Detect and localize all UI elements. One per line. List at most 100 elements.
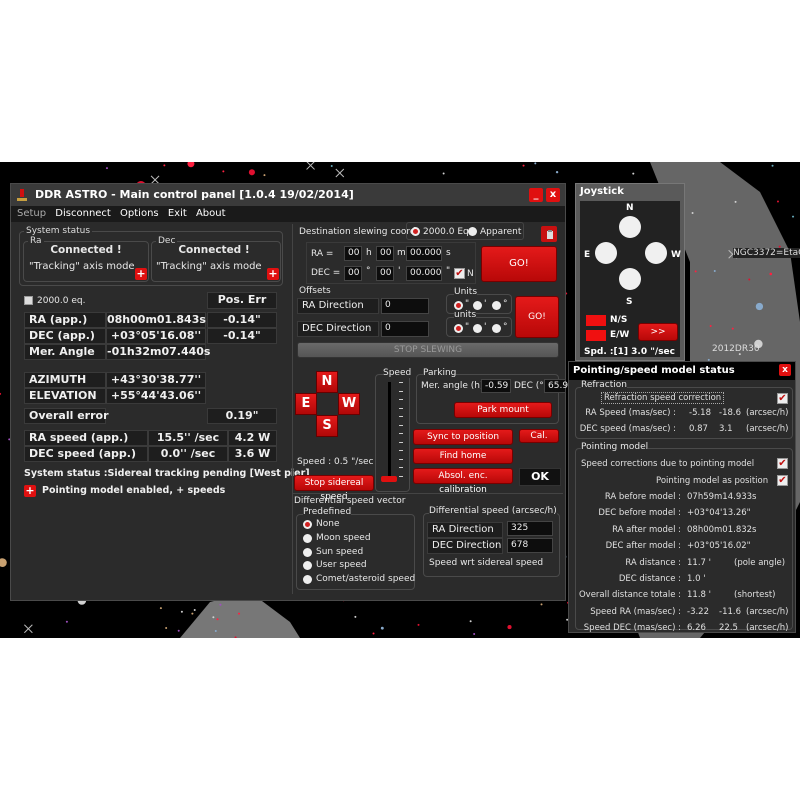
diff-radio-user[interactable]	[303, 561, 312, 570]
clipboard-button[interactable]	[541, 226, 557, 242]
deep-sky-marker	[306, 162, 315, 170]
as-position-checkbox[interactable]: ✔	[777, 475, 788, 486]
speed-slider-tick	[399, 382, 403, 383]
joystick-east-button[interactable]	[595, 242, 617, 264]
ok-button[interactable]: OK	[519, 468, 561, 486]
star	[165, 626, 168, 629]
menu-options[interactable]: Options	[120, 208, 159, 219]
refraction-dec-unit: (arcsec/h)	[746, 424, 789, 434]
star	[534, 162, 537, 165]
menu-setup[interactable]: Setup	[17, 208, 46, 219]
dec-minutes-input[interactable]: 00	[376, 266, 394, 281]
sky-label: 2012DR30	[712, 344, 760, 354]
offset-dec-label: DEC Direction	[297, 321, 379, 337]
north-move-button[interactable]: N	[316, 371, 338, 393]
speed-slider-track[interactable]	[388, 382, 391, 482]
main-window-titlebar[interactable]: DDR ASTRO - Main control panel [1.0.4 19…	[11, 184, 565, 206]
joystick-south-button[interactable]	[619, 268, 641, 290]
pointing-model-expand-button[interactable]: +	[24, 485, 36, 497]
speed-slider-thumb[interactable]	[381, 476, 397, 482]
pointing-row-unit: (arcsec/h)	[746, 606, 789, 617]
mer-angle-park-input[interactable]: -0.59	[481, 379, 511, 393]
dec-unit-arcmin-radio[interactable]	[473, 324, 482, 333]
speed-corrections-checkbox[interactable]: ✔	[777, 458, 788, 469]
find-home-button[interactable]: Find home	[413, 448, 513, 464]
star	[709, 324, 712, 327]
joystick-expand-button[interactable]: >>	[638, 323, 678, 341]
pointing-row-unit: (pole angle)	[734, 557, 786, 568]
close-button[interactable]: x	[546, 188, 560, 202]
diff-label-sun: Sun speed	[316, 547, 364, 557]
diff-radio-comet[interactable]	[303, 575, 312, 584]
dec-speed-value: 0.0'' /sec	[148, 446, 228, 462]
stop-sidereal-button[interactable]: Stop sidereal speed	[294, 475, 374, 502]
joystick-west-button[interactable]	[645, 242, 667, 264]
menu-disconnect[interactable]: Disconnect	[55, 208, 111, 219]
ra-unit-arcmin-radio[interactable]	[473, 301, 482, 310]
offset-dec-input[interactable]: 0	[381, 321, 429, 337]
calibration-button[interactable]: Cal.	[519, 429, 559, 443]
offset-ra-input[interactable]: 0	[381, 298, 429, 314]
east-move-button[interactable]: E	[295, 393, 317, 415]
dec-seconds-input[interactable]: 00.000	[406, 266, 442, 281]
refraction-correction-checkbox[interactable]: ✔	[777, 393, 788, 404]
diff-radio-moon[interactable]	[303, 534, 312, 543]
slew-go-button[interactable]: GO!	[481, 246, 557, 282]
pointing-close-button[interactable]: x	[779, 364, 791, 376]
dec-expand-button[interactable]: +	[267, 268, 279, 280]
minimize-button[interactable]: _	[529, 188, 543, 202]
menu-about[interactable]: About	[196, 208, 226, 219]
ns-indicator[interactable]	[586, 315, 606, 326]
north-checkbox[interactable]: ✔	[454, 268, 465, 279]
main-control-panel-window: DDR ASTRO - Main control panel [1.0.4 19…	[10, 183, 574, 601]
azimuth-value: +43°30'38.77''	[106, 372, 206, 388]
star	[713, 270, 716, 273]
diff-radio-sun[interactable]	[303, 548, 312, 557]
ew-indicator[interactable]	[586, 330, 606, 341]
dec-units-legend: units	[454, 310, 477, 320]
west-move-button[interactable]: W	[338, 393, 360, 415]
dec-park-input[interactable]: 65.91	[544, 379, 574, 393]
offset-go-button[interactable]: GO!	[515, 296, 559, 338]
ra-pos-err: -0.14"	[207, 312, 277, 328]
ra-hours-input[interactable]: 00	[344, 246, 362, 261]
stop-slewing-button[interactable]: STOP SLEWING	[297, 342, 559, 358]
park-mount-button[interactable]: Park mount	[454, 402, 552, 418]
dec-equals-label: DEC =	[311, 268, 341, 278]
ra-seconds-input[interactable]: 00.000	[406, 246, 442, 261]
dec-connection-state: Connected !	[178, 244, 250, 256]
star	[555, 170, 559, 174]
frame-radio-apparent[interactable]	[468, 227, 477, 236]
diff-dec-input[interactable]: 678	[507, 538, 553, 553]
joystick-north-button[interactable]	[619, 216, 641, 238]
diff-radio-none[interactable]	[303, 520, 312, 529]
ra-expand-button[interactable]: +	[135, 268, 147, 280]
ra-unit-arcsec-radio[interactable]	[454, 301, 463, 310]
dec-axis-mode: "Tracking" axis mode	[156, 261, 262, 272]
star	[469, 620, 472, 623]
south-move-button[interactable]: S	[316, 415, 338, 437]
frame-radio-2000[interactable]	[411, 227, 420, 236]
dec-unit-arcsec-radio[interactable]	[454, 324, 463, 333]
star	[507, 625, 512, 630]
menu-exit[interactable]: Exit	[168, 208, 187, 219]
absolute-encoder-calibration-button[interactable]: Absol. enc. calibration	[413, 468, 513, 495]
star	[691, 211, 694, 214]
dec-degrees-input[interactable]: 00	[344, 266, 362, 281]
star	[354, 615, 357, 618]
star	[216, 618, 219, 621]
joystick-e-label: E	[584, 250, 591, 260]
star	[159, 607, 162, 610]
star	[755, 302, 764, 311]
diff-ra-input[interactable]: 325	[507, 521, 553, 536]
star	[380, 626, 384, 630]
star	[214, 630, 217, 633]
eq2000-checkbox[interactable]	[24, 296, 33, 305]
ra-minutes-input[interactable]: 00	[376, 246, 394, 261]
sync-to-position-button[interactable]: Sync to position	[413, 429, 513, 445]
dec-unit-degree-radio[interactable]	[492, 324, 501, 333]
ra-unit-arcmin-label: '	[484, 299, 487, 309]
star	[0, 558, 7, 567]
ra-speed-label: RA speed (app.)	[24, 430, 148, 446]
ra-unit-degree-radio[interactable]	[492, 301, 501, 310]
